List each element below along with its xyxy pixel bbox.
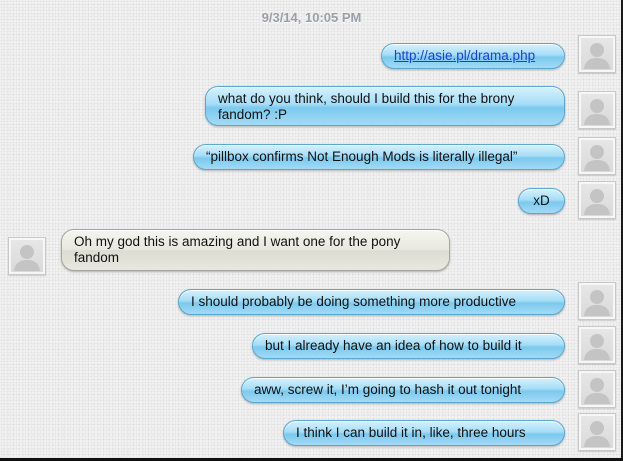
message-text: “pillbox confirms Not Enough Mods is lit… — [206, 149, 518, 164]
person-avatar-icon — [584, 145, 610, 171]
sender-avatar — [578, 413, 616, 451]
person-avatar-icon — [584, 421, 610, 447]
person-avatar-icon — [584, 43, 610, 69]
message-text: aww, screw it, I’m going to hash it out … — [254, 382, 522, 397]
sender-avatar — [578, 282, 616, 320]
message-text: I think I can build it in, like, three h… — [296, 425, 526, 440]
message-text: but I already have an idea of how to bui… — [265, 338, 522, 353]
sender-avatar — [578, 326, 616, 364]
sender-avatar — [578, 181, 616, 219]
outgoing-bubble[interactable]: but I already have an idea of how to bui… — [252, 333, 565, 359]
outgoing-bubble[interactable]: what do you think, should I build this f… — [205, 86, 565, 126]
message-timestamp: 9/3/14, 10:05 PM — [261, 10, 362, 25]
person-avatar-icon — [14, 245, 40, 271]
person-avatar-icon — [584, 290, 610, 316]
person-avatar-icon — [584, 378, 610, 404]
message-text: I should probably be doing something mor… — [191, 294, 516, 309]
person-avatar-icon — [584, 334, 610, 360]
message-text: Oh my god this is amazing and I want one… — [74, 234, 401, 265]
person-avatar-icon — [584, 189, 610, 215]
person-avatar-icon — [584, 99, 610, 125]
contact-avatar — [8, 237, 46, 275]
outgoing-bubble[interactable]: I think I can build it in, like, three h… — [283, 420, 565, 446]
message-link[interactable]: http://asie.pl/drama.php — [394, 48, 535, 63]
incoming-bubble[interactable]: Oh my god this is amazing and I want one… — [61, 229, 450, 271]
outgoing-bubble[interactable]: I should probably be doing something mor… — [178, 289, 565, 315]
sender-avatar — [578, 370, 616, 408]
outgoing-bubble[interactable]: aww, screw it, I’m going to hash it out … — [241, 377, 565, 403]
sender-avatar — [578, 137, 616, 175]
message-text: xD — [533, 193, 550, 208]
message-text: what do you think, should I build this f… — [218, 91, 515, 122]
outgoing-bubble[interactable]: http://asie.pl/drama.php — [381, 43, 565, 69]
outgoing-bubble[interactable]: xD — [518, 188, 565, 214]
sender-avatar — [578, 91, 616, 129]
outgoing-bubble[interactable]: “pillbox confirms Not Enough Mods is lit… — [193, 144, 565, 170]
sender-avatar — [578, 35, 616, 73]
